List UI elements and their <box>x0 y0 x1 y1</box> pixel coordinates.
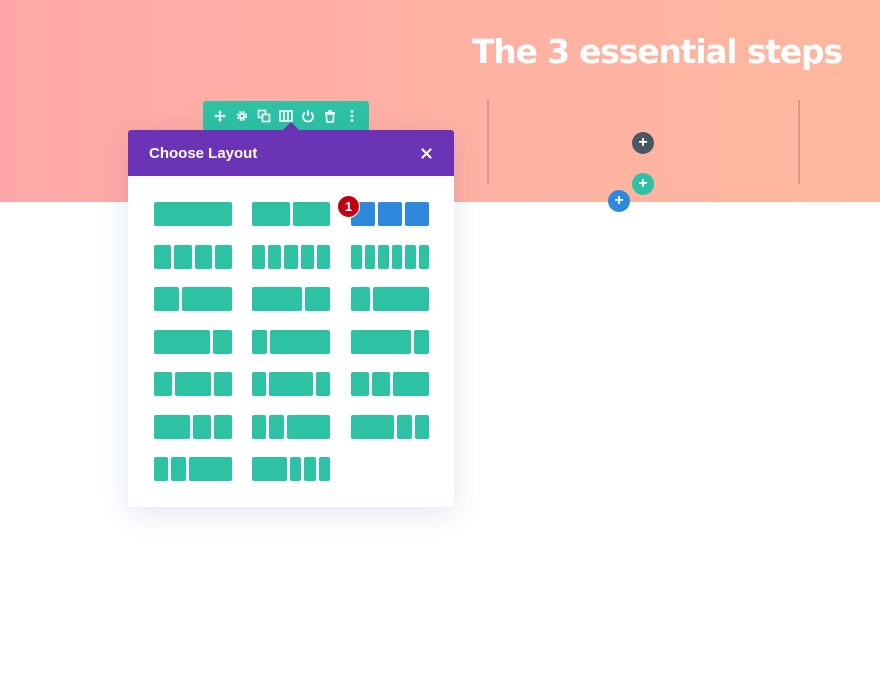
layout-column-block <box>154 330 211 354</box>
layout-column-block <box>397 415 412 439</box>
layout-option[interactable] <box>351 415 429 439</box>
layout-option[interactable] <box>252 202 330 226</box>
hero-title: The 3 essential steps <box>472 32 843 71</box>
layout-column-block <box>393 372 429 396</box>
layout-column-block <box>405 245 416 269</box>
layout-option[interactable] <box>154 330 232 354</box>
add-section-button[interactable]: + <box>608 190 630 212</box>
layout-column-block <box>372 372 390 396</box>
layout-column-block <box>268 245 282 269</box>
layout-column-block <box>289 457 301 481</box>
layout-column-block <box>414 330 429 354</box>
layout-option[interactable] <box>252 287 330 311</box>
layout-option[interactable] <box>154 245 232 269</box>
layout-column-block <box>316 245 330 269</box>
layout-option[interactable] <box>351 372 429 396</box>
layout-option[interactable] <box>252 415 330 439</box>
duplicate-icon[interactable] <box>256 108 272 124</box>
layout-option[interactable] <box>351 330 429 354</box>
layout-column-block <box>315 372 330 396</box>
layout-column-block <box>252 415 267 439</box>
layout-column-block <box>175 372 211 396</box>
layout-column-block <box>318 457 330 481</box>
layout-column-block <box>418 245 429 269</box>
layout-column-block <box>391 245 402 269</box>
layout-column-block <box>154 415 190 439</box>
layout-column-block <box>351 372 369 396</box>
layout-option[interactable] <box>252 372 330 396</box>
choose-layout-modal: Choose Layout <box>128 130 454 507</box>
layout-option[interactable] <box>154 415 232 439</box>
layout-option[interactable] <box>252 457 330 481</box>
layout-column-block <box>252 287 302 311</box>
layout-column-block <box>154 245 172 269</box>
layout-column-block <box>351 415 395 439</box>
layout-column-block <box>378 245 389 269</box>
add-column-button[interactable]: + <box>632 173 654 195</box>
layout-column-block <box>270 330 330 354</box>
layout-column-block <box>214 245 232 269</box>
layout-column-block <box>252 245 266 269</box>
layout-option[interactable] <box>154 372 232 396</box>
layout-option[interactable] <box>351 287 429 311</box>
layout-column-block <box>292 202 330 226</box>
modal-title: Choose Layout <box>149 144 258 162</box>
layout-column-block <box>305 287 330 311</box>
layout-column-block <box>154 202 232 226</box>
layout-option[interactable] <box>154 457 232 481</box>
move-icon[interactable] <box>212 108 228 124</box>
layout-column-block <box>414 415 429 439</box>
layout-column-block <box>214 415 232 439</box>
layout-column-block <box>351 330 411 354</box>
layout-option[interactable] <box>154 287 232 311</box>
layout-column-block <box>252 330 267 354</box>
layout-column-block <box>269 372 313 396</box>
layout-column-block <box>252 372 267 396</box>
layout-option[interactable] <box>351 245 429 269</box>
column-divider <box>487 100 489 184</box>
layout-column-block <box>154 372 172 396</box>
trash-icon[interactable] <box>322 108 338 124</box>
layout-column-block <box>188 457 232 481</box>
layout-column-block <box>171 457 186 481</box>
layout-column-block <box>405 202 429 226</box>
settings-icon[interactable] <box>234 108 250 124</box>
layout-column-block <box>286 415 330 439</box>
layout-column-block <box>378 202 402 226</box>
column-divider <box>798 100 800 184</box>
layout-column-block <box>351 245 362 269</box>
layout-column-block <box>154 287 179 311</box>
layout-column-block <box>193 415 211 439</box>
layout-column-block <box>284 245 298 269</box>
layout-column-block <box>252 202 290 226</box>
layout-column-block <box>300 245 314 269</box>
layout-column-block <box>351 287 370 311</box>
layout-option[interactable] <box>252 330 330 354</box>
layout-option[interactable] <box>252 245 330 269</box>
add-row-button[interactable]: + <box>632 132 654 154</box>
power-icon[interactable] <box>300 108 316 124</box>
layout-column-block <box>252 457 287 481</box>
layout-column-block <box>372 287 429 311</box>
layout-column-block <box>269 415 284 439</box>
step-number-badge: 1 <box>337 195 360 218</box>
close-icon[interactable] <box>418 145 434 161</box>
layout-column-block <box>154 457 169 481</box>
layout-column-block <box>304 457 316 481</box>
modal-header: Choose Layout <box>128 130 454 176</box>
layout-column-block <box>194 245 212 269</box>
layout-column-block <box>182 287 232 311</box>
layout-option[interactable] <box>154 202 232 226</box>
layout-column-block <box>214 372 232 396</box>
layout-column-block <box>174 245 192 269</box>
layout-option[interactable] <box>351 202 429 226</box>
layout-column-block <box>213 330 232 354</box>
more-icon[interactable] <box>344 108 360 124</box>
layout-column-block <box>364 245 375 269</box>
